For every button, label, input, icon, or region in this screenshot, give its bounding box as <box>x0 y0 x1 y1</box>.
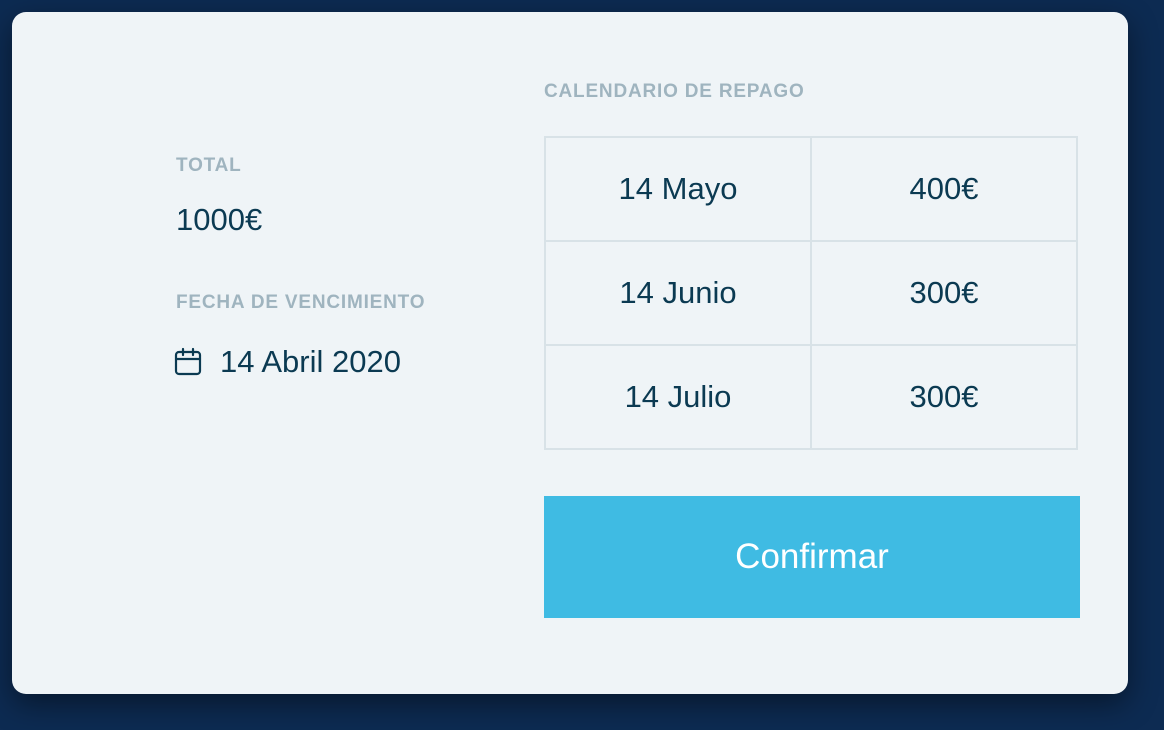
schedule-row: 14 Mayo 400€ <box>544 136 1080 242</box>
schedule-date: 14 Junio <box>544 240 812 346</box>
calendar-icon <box>174 347 202 377</box>
confirm-button[interactable]: Confirmar <box>544 496 1080 618</box>
due-date-label: FECHA DE VENCIMIENTO <box>176 292 426 313</box>
schedule-amount: 300€ <box>810 344 1078 450</box>
schedule-date: 14 Julio <box>544 344 812 450</box>
total-label: TOTAL <box>176 155 242 176</box>
schedule-title: CALENDARIO DE REPAGO <box>544 81 805 102</box>
repayment-schedule-table: 14 Mayo 400€ 14 Junio 300€ 14 Julio 300€ <box>544 136 1080 456</box>
schedule-row: 14 Julio 300€ <box>544 344 1080 450</box>
schedule-amount: 400€ <box>810 136 1078 242</box>
schedule-date: 14 Mayo <box>544 136 812 242</box>
schedule-row: 14 Junio 300€ <box>544 240 1080 346</box>
repayment-card: TOTAL 1000€ FECHA DE VENCIMIENTO 14 Abri… <box>12 12 1128 694</box>
due-date: 14 Abril 2020 <box>174 342 401 382</box>
due-date-value: 14 Abril 2020 <box>220 344 401 379</box>
schedule-amount: 300€ <box>810 240 1078 346</box>
total-value: 1000€ <box>176 202 263 237</box>
